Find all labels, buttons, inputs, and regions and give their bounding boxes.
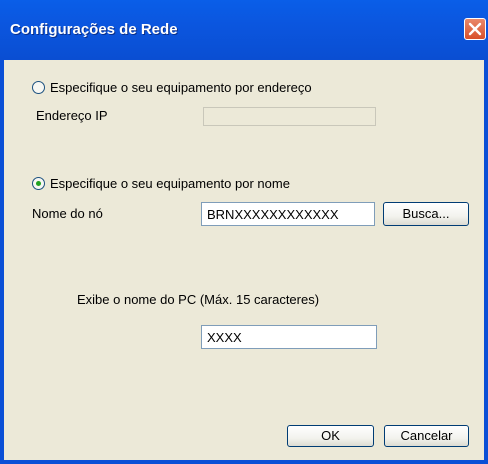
close-icon: [468, 22, 482, 36]
ip-address-field[interactable]: [203, 107, 376, 126]
ip-address-label: Endereço IP: [36, 108, 108, 123]
node-name-label: Nome do nó: [32, 206, 103, 221]
radio-name-indicator[interactable]: [32, 177, 45, 190]
radio-by-address[interactable]: Especifique o seu equipamento por endere…: [32, 80, 312, 95]
ok-button[interactable]: OK: [287, 425, 374, 447]
dialog-title: Configurações de Rede: [10, 21, 178, 38]
radio-address-indicator[interactable]: [32, 81, 45, 94]
radio-by-name[interactable]: Especifique o seu equipamento por nome: [32, 176, 290, 191]
pc-name-label: Exibe o nome do PC (Máx. 15 caracteres): [77, 292, 320, 307]
network-settings-dialog: Configurações de Rede: [0, 0, 488, 464]
cancel-button[interactable]: Cancelar: [384, 425, 469, 447]
radio-address-label: Especifique o seu equipamento por endere…: [50, 80, 312, 95]
search-button[interactable]: Busca...: [383, 202, 469, 226]
close-button[interactable]: [464, 18, 486, 40]
radio-name-label: Especifique o seu equipamento por nome: [50, 176, 290, 191]
node-name-field[interactable]: [201, 202, 375, 226]
title-bar[interactable]: Configurações de Rede: [0, 0, 488, 60]
pc-name-field[interactable]: [201, 325, 377, 349]
